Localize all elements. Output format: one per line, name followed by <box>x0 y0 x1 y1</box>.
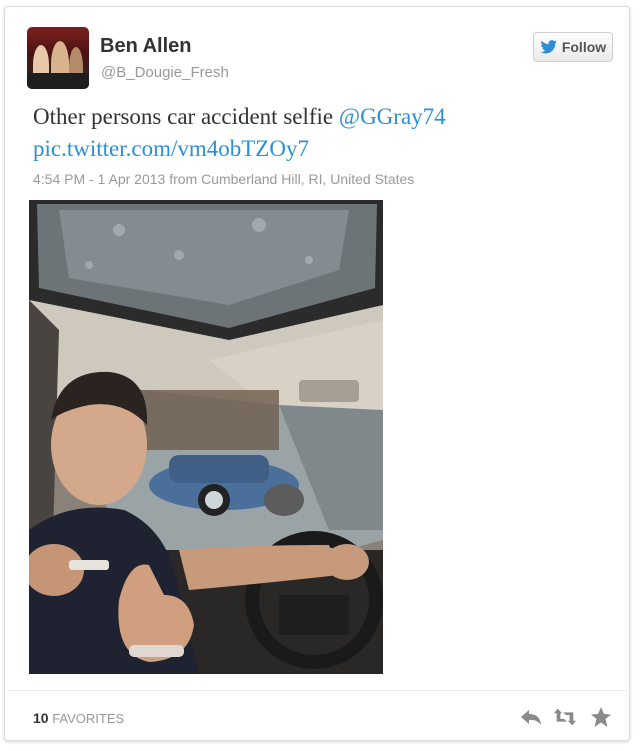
pic-link[interactable]: pic.twitter.com/vm4obTZOy7 <box>33 136 309 161</box>
avatar[interactable] <box>27 27 89 89</box>
tweet-body: Other persons car accident selfie <box>33 104 339 129</box>
follow-button[interactable]: Follow <box>533 32 613 62</box>
tweet-timestamp[interactable]: 4:54 PM - 1 Apr 2013 from Cumberland Hil… <box>33 171 414 187</box>
star-icon[interactable] <box>589 706 613 728</box>
mention-link[interactable]: @GGray74 <box>339 104 446 129</box>
retweet-icon[interactable] <box>553 706 577 728</box>
reply-icon[interactable] <box>519 706 543 728</box>
favorites-count[interactable]: 10 FAVORITES <box>33 710 124 726</box>
twitter-bird-icon <box>540 40 557 54</box>
author-handle[interactable]: @B_Dougie_Fresh <box>101 64 229 81</box>
tweet-card: Ben Allen @B_Dougie_Fresh Follow Other p… <box>4 6 630 741</box>
author-name[interactable]: Ben Allen <box>100 35 192 58</box>
follow-label: Follow <box>561 39 607 55</box>
footer-divider <box>9 690 627 691</box>
favorites-label: FAVORITES <box>52 711 125 726</box>
car-selfie-photo <box>29 200 383 674</box>
tweet-photo[interactable] <box>29 200 383 674</box>
favorites-number: 10 <box>33 710 49 726</box>
avatar-background <box>27 73 89 89</box>
tweet-text: Other persons car accident selfie @GGray… <box>33 101 613 165</box>
